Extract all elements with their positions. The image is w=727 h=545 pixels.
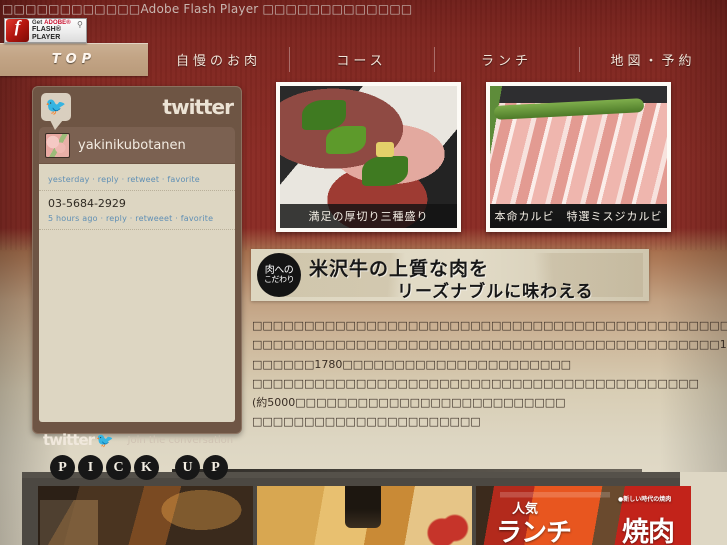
pickup-letter: I — [78, 455, 103, 480]
flash-notice-text: □□□□□□□□□□□□Adobe Flash Player □□□□□□□□□… — [2, 2, 413, 16]
twitter-bird-icon: 🐦 — [41, 93, 71, 130]
status-badge: 肉への こだわり — [257, 253, 301, 297]
join-the-conversation-link[interactable]: Join the conversation — [128, 435, 234, 446]
flyer-small-text: ●新しい時代の焼肉 — [618, 496, 672, 503]
twitter-widget-footer: twitter 🐦 Join the conversation — [39, 427, 235, 453]
copy-paragraph: □□□□□□□□□□□□□□□□□□□□□□□□□□□□□□□□□□□□□□□□… — [252, 338, 727, 352]
pickup-title: P I C K U P — [50, 455, 228, 480]
flyer-text-ninki: 人気 — [512, 502, 539, 517]
pickup-thumbnails: ●新しい時代の焼肉 人気 ランチ 焼肉 — [38, 486, 691, 545]
parsley-garnish-icon — [326, 126, 366, 154]
nav-item-course[interactable]: コース — [289, 43, 434, 76]
pickup-letter: U — [175, 455, 200, 480]
twitter-widget: 🐦 twitter yakinikubotanen yesterday · re… — [32, 86, 242, 449]
flash-player-notice-bar: □□□□□□□□□□□□Adobe Flash Player □□□□□□□□□… — [0, 0, 727, 18]
nav-item-meat[interactable]: 自慢のお肉 — [148, 43, 289, 76]
nav-item-lunch[interactable]: ランチ — [434, 43, 579, 76]
copy-paragraph: □□□□□□□□□□□□□□□□□□□□□□□□□□□□□□□□□□□□□□□□… — [252, 376, 699, 409]
tweet-text: 03-5684-2929 — [48, 197, 126, 210]
pickup-letter: C — [106, 455, 131, 480]
pickup-rule — [172, 469, 642, 472]
tweet-actions[interactable]: 5 hours ago · reply · retweeet · favorit… — [48, 214, 226, 223]
page-subtitle: リーズナブルに味わえる — [397, 282, 594, 302]
twitter-timeline[interactable]: yesterday · reply · retweet · favorite 0… — [39, 164, 235, 422]
headline-banner: 肉への こだわり 米沢牛の上質な肉を リーズナブルに味わえる — [251, 249, 649, 302]
twitter-username[interactable]: yakinikubotanen — [78, 138, 186, 153]
copy-paragraph: □□□□□□1780□□□□□□□□□□□□□□□□□□□□□□ — [252, 357, 571, 371]
tweet-actions[interactable]: yesterday · reply · retweet · favorite — [48, 175, 226, 184]
pickup-thumb-interior-night[interactable] — [38, 486, 253, 545]
twitter-bird-icon: 🐦 — [96, 431, 114, 448]
copy-paragraph: □□□□□□□□□□□□□□□□□□□□□□ — [252, 415, 481, 429]
photo-karubi-misuji[interactable]: 本命カルビ 特選ミスジカルビ — [486, 82, 671, 232]
nav-item-map-reserve[interactable]: 地図・予約 — [579, 43, 727, 76]
flyer-text-yakiniku: 焼肉 — [622, 517, 675, 545]
photo-caption: 本命カルビ 特選ミスジカルビ — [490, 204, 667, 228]
twitter-footer-logo: twitter — [43, 431, 95, 449]
copy-paragraph: □□□□□□□□□□□□□□□□□□□□□□□□□□□□□□□□□□□□□□□□… — [252, 319, 727, 332]
photo-caption: 満足の厚切り三種盛り — [280, 204, 457, 228]
twitter-account-row[interactable]: yakinikubotanen — [39, 127, 235, 163]
pickup-letter: P — [203, 455, 228, 480]
avatar — [45, 132, 70, 158]
parsley-garnish-icon — [302, 100, 346, 130]
list-item[interactable]: 03-5684-2929 5 hours ago · reply · retwe… — [39, 191, 235, 230]
main-navigation: TOP 自慢のお肉 コース ランチ 地図・予約 — [0, 43, 727, 76]
badge-line-2: こだわり — [264, 275, 295, 285]
photo-image: 本命カルビ 特選ミスジカルビ — [490, 86, 667, 228]
get-flash-player-badge[interactable]: Get ADOBE® FLASH® PLAYER ⚲ — [4, 17, 87, 43]
photo-assorted-thick-cut[interactable]: 満足の厚切り三種盛り — [276, 82, 461, 232]
parsley-garnish-icon — [362, 156, 408, 186]
flyer-text-lunch: ランチ — [496, 518, 572, 545]
lemon-wedge-icon — [376, 142, 394, 157]
twitter-logo: twitter — [162, 95, 234, 119]
pickup-letter: K — [134, 455, 159, 480]
pickup-title-space — [162, 455, 172, 480]
pickup-section: P I C K U P ●新しい時代の焼肉 人気 ランチ 焼肉 — [22, 455, 727, 545]
pickup-thumb-interior-warm[interactable] — [257, 486, 472, 545]
cucumber-garnish-icon — [493, 98, 645, 120]
photo-image: 満足の厚切り三種盛り — [280, 86, 457, 228]
pin-icon[interactable]: ⚲ — [77, 21, 83, 29]
flash-logo-icon — [6, 17, 29, 42]
nav-item-top[interactable]: TOP — [0, 43, 148, 76]
list-item[interactable]: yesterday · reply · retweet · favorite — [39, 168, 235, 191]
body-copy: □□□□□□□□□□□□□□□□□□□□□□□□□□□□□□□□□□□□□□□□… — [252, 316, 727, 432]
twitter-widget-header: 🐦 twitter — [39, 93, 235, 130]
pickup-letter: P — [50, 455, 75, 480]
pickup-thumb-menu-flyers[interactable]: ●新しい時代の焼肉 人気 ランチ 焼肉 — [476, 486, 691, 545]
